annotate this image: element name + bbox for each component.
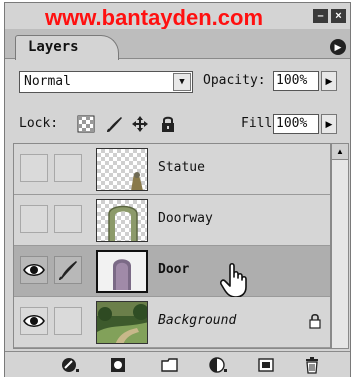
blend-mode-select[interactable]: Normal ▼	[19, 71, 193, 93]
layer-thumbnail-door[interactable]	[96, 250, 148, 293]
layers-bottom-toolbar	[5, 351, 350, 377]
layers-panel: www.bantayden.com – × Layers ▶ Normal ▼ …	[4, 2, 351, 377]
link-toggle[interactable]	[54, 154, 82, 182]
opacity-input[interactable]: 100%	[273, 71, 319, 91]
watermark: www.bantayden.com	[45, 5, 264, 30]
layer-name[interactable]: Background	[158, 313, 236, 328]
new-group-folder-icon[interactable]	[161, 356, 179, 374]
layer-row-door[interactable]: Door	[14, 246, 330, 298]
link-toggle[interactable]	[54, 205, 82, 233]
fill-slider-arrow[interactable]: ▶	[321, 114, 337, 134]
layer-list: Statue Doorway Door Background	[13, 143, 331, 349]
layer-mask-icon[interactable]	[109, 356, 127, 374]
lock-image-pixels-brush-icon[interactable]	[105, 115, 123, 133]
layer-row-doorway[interactable]: Doorway	[14, 195, 330, 246]
eye-icon	[23, 314, 45, 328]
new-layer-icon[interactable]	[257, 356, 275, 374]
fill-input[interactable]: 100%	[273, 114, 319, 134]
layer-thumbnail-statue[interactable]	[96, 148, 148, 191]
tab-row: Layers ▶	[5, 29, 350, 60]
opacity-slider-arrow[interactable]: ▶	[321, 71, 337, 91]
link-toggle[interactable]	[54, 307, 82, 335]
visibility-toggle[interactable]	[20, 307, 48, 335]
panel-menu-icon[interactable]: ▶	[330, 39, 346, 55]
trash-icon[interactable]	[303, 356, 321, 374]
layer-name[interactable]: Statue	[158, 160, 205, 175]
layer-thumbnail-background[interactable]	[96, 301, 148, 344]
panel-titlebar: www.bantayden.com – ×	[5, 3, 350, 30]
visibility-toggle[interactable]	[20, 256, 48, 284]
paintbrush-icon	[59, 261, 77, 280]
close-button[interactable]: ×	[331, 9, 346, 23]
tab-layers[interactable]: Layers	[15, 35, 119, 60]
opacity-label: Opacity:	[203, 73, 266, 88]
blend-mode-value: Normal	[24, 74, 71, 89]
visibility-toggle[interactable]	[20, 205, 48, 233]
adjustment-layer-icon[interactable]	[209, 356, 227, 374]
layer-thumbnail-doorway[interactable]	[96, 199, 148, 242]
layer-row-background[interactable]: Background	[14, 297, 330, 348]
layer-name[interactable]: Door	[158, 262, 189, 277]
layer-list-scrollbar[interactable]: ▲	[331, 143, 349, 349]
chevron-down-icon: ▼	[173, 73, 191, 91]
visibility-toggle[interactable]	[20, 154, 48, 182]
lock-transparent-pixels-icon[interactable]	[77, 115, 95, 133]
lock-label: Lock:	[19, 116, 59, 131]
lock-position-move-icon[interactable]	[131, 115, 149, 133]
lock-icon	[309, 313, 321, 329]
lock-all-padlock-icon[interactable]	[159, 115, 177, 133]
scroll-up-arrow-icon[interactable]: ▲	[332, 144, 348, 160]
layer-style-icon[interactable]	[61, 356, 79, 374]
layer-name[interactable]: Doorway	[158, 211, 213, 226]
hand-cursor-icon	[220, 262, 247, 298]
link-toggle[interactable]	[54, 256, 82, 284]
minimize-button[interactable]: –	[313, 9, 328, 23]
eye-icon	[23, 263, 45, 277]
layer-row-statue[interactable]: Statue	[14, 144, 330, 195]
